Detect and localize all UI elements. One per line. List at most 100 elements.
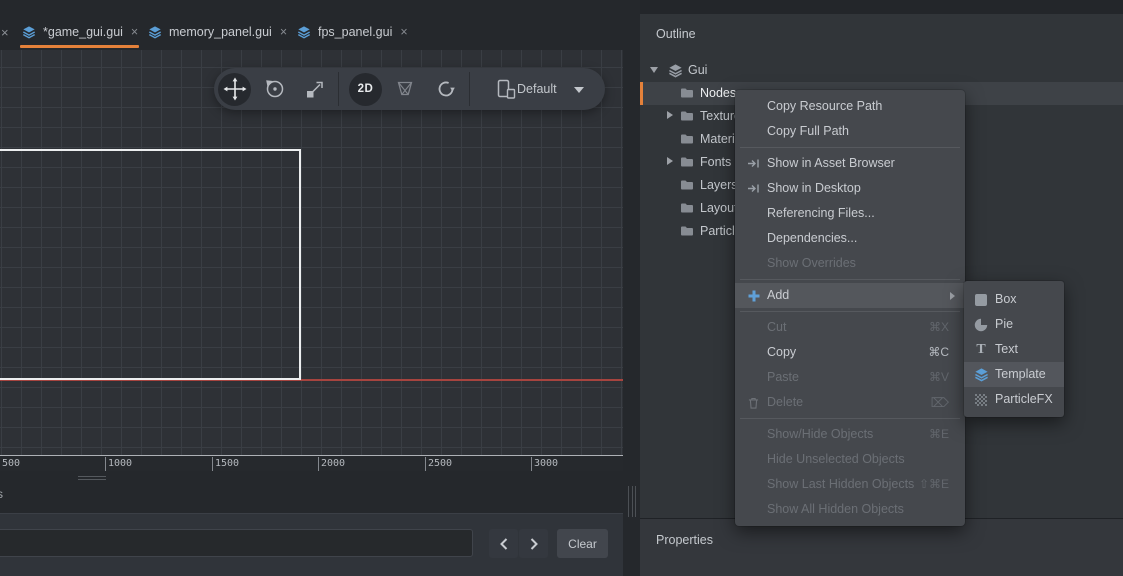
trash-icon bbox=[745, 390, 762, 415]
menu-item-referencing-files[interactable]: Referencing Files... bbox=[735, 201, 965, 226]
prev-match-button[interactable] bbox=[489, 529, 518, 558]
particlefx-node-icon bbox=[973, 387, 989, 412]
device-profile-label[interactable]: Default bbox=[517, 68, 557, 110]
pie-node-icon bbox=[973, 312, 989, 337]
menu-item-show-last-hidden-objects: Show Last Hidden Objects ⇧⌘E bbox=[735, 472, 965, 497]
clear-button[interactable]: Clear bbox=[557, 529, 608, 558]
gui-file-icon bbox=[148, 25, 162, 39]
expand-arrow-icon[interactable] bbox=[667, 157, 673, 165]
menu-item-add[interactable]: Add bbox=[735, 283, 965, 308]
console-search-bar: Clear bbox=[0, 513, 623, 576]
folder-icon bbox=[680, 109, 695, 124]
horizontal-ruler: 500 1000 1500 2000 2500 3000 bbox=[0, 455, 623, 471]
move-icon bbox=[223, 77, 247, 101]
scene-canvas[interactable]: 2D Default bbox=[0, 50, 623, 455]
gui-scene-icon bbox=[668, 63, 683, 78]
ruler-label: 3000 bbox=[534, 458, 558, 469]
rotate-icon bbox=[264, 78, 286, 100]
tree-label: Fonts bbox=[700, 151, 731, 174]
box-node-icon bbox=[973, 287, 989, 312]
ruler-label: 1500 bbox=[215, 458, 239, 469]
frustum-culling-button[interactable] bbox=[394, 78, 416, 100]
reload-button[interactable] bbox=[435, 78, 457, 100]
close-icon[interactable]: × bbox=[1, 25, 9, 40]
submenu-item-pie[interactable]: Pie bbox=[964, 312, 1064, 337]
tab-label: fps_panel.gui bbox=[318, 25, 392, 39]
ruler-tick bbox=[531, 457, 532, 471]
chevron-down-icon[interactable] bbox=[574, 87, 584, 93]
folder-icon bbox=[680, 155, 695, 170]
context-menu: Copy Resource Path Copy Full Path Show i… bbox=[735, 90, 965, 526]
tab-label: memory_panel.gui bbox=[169, 25, 272, 39]
tab-fps-panel[interactable]: fps_panel.gui × bbox=[297, 19, 408, 45]
folder-icon bbox=[680, 132, 695, 147]
submenu-item-particlefx[interactable]: ParticleFX bbox=[964, 387, 1064, 412]
simulated-device-button[interactable] bbox=[493, 78, 519, 100]
scale-tool-button[interactable] bbox=[304, 78, 326, 100]
2d-mode-button[interactable]: 2D bbox=[349, 73, 382, 106]
device-icon bbox=[494, 78, 518, 100]
submenu-item-box[interactable]: Box bbox=[964, 287, 1064, 312]
tab-memory-panel[interactable]: memory_panel.gui × bbox=[148, 19, 287, 45]
scene-toolbar: 2D Default bbox=[214, 68, 605, 110]
move-tool-button[interactable] bbox=[218, 73, 251, 106]
gui-bounds-rect bbox=[0, 149, 301, 380]
ruler-tick bbox=[318, 457, 319, 471]
submenu-item-text[interactable]: T Text bbox=[964, 337, 1064, 362]
search-input[interactable] bbox=[0, 529, 473, 557]
menu-item-copy-resource-path[interactable]: Copy Resource Path bbox=[735, 94, 965, 119]
jump-to-icon bbox=[745, 176, 762, 201]
chevron-left-icon bbox=[500, 538, 508, 550]
tab-game-gui[interactable]: *game_gui.gui × bbox=[22, 19, 138, 45]
tab-bar: × *game_gui.gui × memory_panel.gui × fps… bbox=[0, 0, 623, 50]
menu-separator bbox=[740, 279, 960, 280]
ruler-label: 1000 bbox=[108, 458, 132, 469]
menu-separator bbox=[740, 147, 960, 148]
clipped-label: s bbox=[0, 487, 3, 501]
menu-item-show-hide-objects: Show/Hide Objects ⌘E bbox=[735, 422, 965, 447]
text-node-icon: T bbox=[973, 337, 989, 362]
menu-item-copy[interactable]: Copy ⌘C bbox=[735, 340, 965, 365]
folder-icon bbox=[680, 201, 695, 216]
menu-item-show-in-desktop[interactable]: Show in Desktop bbox=[735, 176, 965, 201]
gui-file-icon bbox=[22, 25, 36, 39]
menu-item-copy-full-path[interactable]: Copy Full Path bbox=[735, 119, 965, 144]
editor-window: × *game_gui.gui × memory_panel.gui × fps… bbox=[0, 0, 1123, 576]
2d-mode-label: 2D bbox=[358, 83, 374, 95]
jump-to-icon bbox=[745, 151, 762, 176]
ruler-tick bbox=[425, 457, 426, 471]
next-match-button[interactable] bbox=[519, 529, 548, 558]
rotate-tool-button[interactable] bbox=[264, 78, 286, 100]
scale-icon bbox=[304, 78, 326, 100]
menu-item-show-overrides: Show Overrides bbox=[735, 251, 965, 276]
add-submenu: Box Pie T Text Template bbox=[964, 281, 1064, 417]
submenu-item-template[interactable]: Template bbox=[964, 362, 1064, 387]
submenu-arrow-icon bbox=[950, 292, 955, 300]
properties-panel: Properties bbox=[640, 518, 1123, 576]
tree-row-gui[interactable]: Gui bbox=[640, 59, 1123, 82]
gui-file-icon bbox=[297, 25, 311, 39]
panel-gutter bbox=[623, 0, 640, 576]
panel-top-strip bbox=[640, 0, 1123, 14]
menu-item-paste: Paste ⌘V bbox=[735, 365, 965, 390]
menu-item-show-all-hidden-objects: Show All Hidden Objects bbox=[735, 497, 965, 522]
expand-arrow-icon[interactable] bbox=[667, 111, 673, 119]
active-tab-underline bbox=[20, 45, 139, 48]
toolbar-divider bbox=[469, 72, 470, 106]
close-icon[interactable]: × bbox=[279, 25, 287, 39]
toolbar-divider bbox=[338, 72, 339, 106]
frustum-icon bbox=[394, 78, 416, 100]
canvas-footer-strip: s bbox=[0, 471, 623, 513]
close-icon[interactable]: × bbox=[130, 25, 138, 39]
template-node-icon bbox=[973, 362, 989, 387]
collapse-arrow-icon[interactable] bbox=[650, 67, 658, 73]
plus-icon bbox=[745, 283, 762, 308]
menu-item-dependencies[interactable]: Dependencies... bbox=[735, 226, 965, 251]
outline-panel-title: Outline bbox=[656, 27, 696, 41]
menu-item-hide-unselected-objects: Hide Unselected Objects bbox=[735, 447, 965, 472]
tree-label: Gui bbox=[688, 59, 707, 82]
menu-item-show-in-asset-browser[interactable]: Show in Asset Browser bbox=[735, 151, 965, 176]
ruler-tick bbox=[212, 457, 213, 471]
close-icon[interactable]: × bbox=[399, 25, 407, 39]
menu-item-cut: Cut ⌘X bbox=[735, 315, 965, 340]
